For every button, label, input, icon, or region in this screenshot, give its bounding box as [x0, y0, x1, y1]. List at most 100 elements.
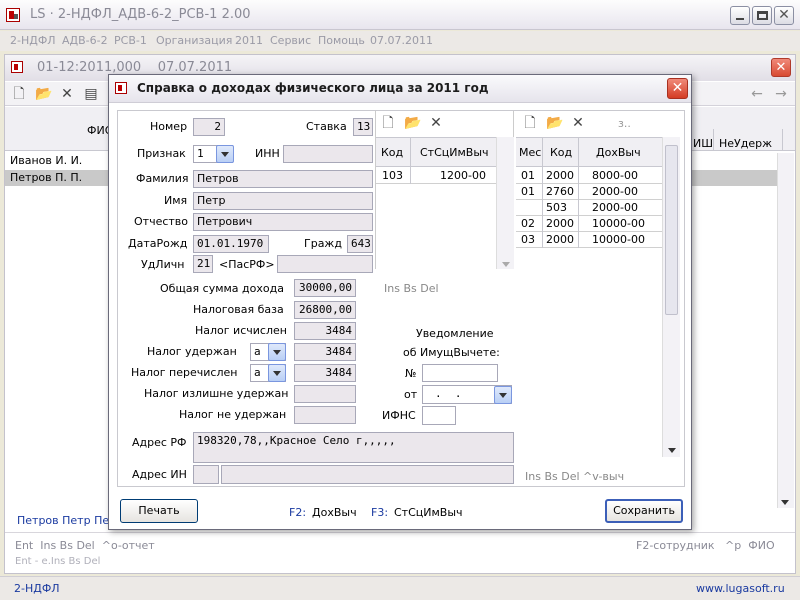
- column-divider: [578, 200, 579, 216]
- scodes-open-icon[interactable]: 📂: [404, 115, 421, 131]
- field-ifns[interactable]: [422, 406, 456, 425]
- scodes-delete-icon[interactable]: ✕: [428, 115, 444, 131]
- label-adresrf: Адрес РФ: [132, 436, 187, 449]
- scodes-scrollbar[interactable]: [496, 137, 514, 269]
- field-inn[interactable]: [283, 145, 373, 163]
- scode-sum: 1200-00: [440, 169, 486, 182]
- row-name: Иванов И. И.: [10, 154, 83, 167]
- income-mes: 02: [521, 217, 535, 230]
- field-udlichn-extra[interactable]: [277, 255, 373, 273]
- col-dohvych[interactable]: ДохВыч: [596, 146, 641, 159]
- row-name: Петров П. П.: [10, 171, 83, 184]
- inner-scrollbar[interactable]: [777, 153, 794, 508]
- nalperech-dropdown-icon[interactable]: [268, 364, 286, 382]
- field-nalperech[interactable]: 3484: [294, 364, 356, 382]
- arrow-left-icon[interactable]: ←: [749, 86, 765, 102]
- col-stsc[interactable]: СтСцИмВыч: [420, 146, 489, 159]
- menu-help[interactable]: Помощь: [318, 34, 365, 47]
- label-grazhd: Гражд: [304, 237, 342, 250]
- menu-date: 07.07.2011: [370, 34, 433, 47]
- dialog-title: Справка о доходах физического лица за 20…: [137, 81, 489, 95]
- field-adresin[interactable]: [221, 465, 514, 484]
- table-row[interactable]: 02 2000 10000-00: [516, 216, 662, 232]
- column-divider: [578, 168, 579, 184]
- doc-icon: [11, 61, 23, 73]
- fkey-f3-label[interactable]: СтСцИмВыч: [394, 506, 463, 519]
- dialog-close-button[interactable]: ✕: [667, 78, 688, 99]
- col-neuderzh[interactable]: НеУдерж: [719, 137, 772, 150]
- label-ifns: ИФНС: [382, 409, 416, 422]
- uved-date-dropdown-icon[interactable]: [494, 386, 512, 404]
- label-ot: от: [404, 388, 418, 401]
- field-grazhd[interactable]: 643: [347, 235, 373, 253]
- label-nalne: Налог не удержан: [179, 408, 287, 421]
- field-nalne[interactable]: [294, 406, 356, 424]
- app-title: LS · 2-НДФЛ_АДВ-6-2_РСВ-1 2.00: [30, 7, 251, 22]
- delete-icon[interactable]: ✕: [59, 86, 75, 102]
- field-nalisch[interactable]: 3484: [294, 322, 356, 340]
- menu-ndfl[interactable]: 2-НДФЛ: [10, 34, 56, 47]
- menu-rsv[interactable]: РСВ-1: [114, 34, 147, 47]
- print-icon[interactable]: ▤: [83, 86, 99, 102]
- column-divider: [542, 200, 543, 216]
- label-priznak: Признак: [137, 147, 186, 160]
- field-imya[interactable]: Петр: [193, 192, 373, 210]
- field-adresin-code[interactable]: [193, 465, 219, 484]
- close-button[interactable]: ✕: [774, 6, 794, 25]
- menu-year[interactable]: 2011: [235, 34, 263, 47]
- field-datarozh[interactable]: 01.01.1970: [193, 235, 269, 253]
- incomes-new-icon[interactable]: 🗋: [522, 115, 538, 131]
- menu-service[interactable]: Сервис: [270, 34, 311, 47]
- table-row[interactable]: 03 2000 10000-00: [516, 232, 662, 248]
- field-adresrf[interactable]: 198320,78,,Красное Село г,,,,,: [193, 432, 514, 463]
- income-kod: 2000: [546, 169, 574, 182]
- maximize-button[interactable]: [752, 6, 772, 25]
- print-button[interactable]: Печать: [120, 499, 198, 523]
- table-row[interactable]: 503 2000-00: [516, 200, 662, 216]
- fkey-f2-label[interactable]: ДохВыч: [312, 506, 357, 519]
- field-nomer[interactable]: 2: [193, 118, 225, 136]
- income-kod: 2760: [546, 185, 574, 198]
- naluder-dropdown-icon[interactable]: [268, 343, 286, 361]
- field-uved-nomer[interactable]: [422, 364, 498, 382]
- label-otchestvo: Отчество: [134, 215, 189, 228]
- save-button[interactable]: Сохранить: [605, 499, 683, 523]
- income-mes: 01: [521, 169, 535, 182]
- scodes-panel: 🗋 📂 ✕ Код СтСцИмВыч 103 1200-00: [375, 111, 514, 269]
- table-row[interactable]: 103 1200-00: [376, 168, 496, 184]
- incomes-delete-icon[interactable]: ✕: [570, 115, 586, 131]
- incomes-header: Мес Код ДохВыч: [516, 137, 662, 168]
- minimize-button[interactable]: [730, 6, 750, 25]
- table-row[interactable]: 01 2000 8000-00: [516, 168, 662, 184]
- footer-site-link[interactable]: www.lugasoft.ru: [696, 582, 785, 595]
- income-sum: 2000-00: [592, 185, 638, 198]
- inner-close-button[interactable]: ✕: [771, 58, 791, 77]
- incomes-open-icon[interactable]: 📂: [546, 115, 563, 131]
- label-nalperech: Налог перечислен: [131, 366, 238, 379]
- arrow-right-icon[interactable]: →: [773, 86, 789, 102]
- field-familia[interactable]: Петров: [193, 170, 373, 188]
- scodes-new-icon[interactable]: 🗋: [380, 115, 396, 131]
- col-kod[interactable]: Код: [381, 146, 403, 159]
- incomes-scrollbar[interactable]: [662, 137, 680, 457]
- field-obshaya[interactable]: 30000,00: [294, 279, 356, 297]
- col-kod[interactable]: Код: [550, 146, 572, 159]
- label-nalbaza: Налоговая база: [193, 303, 284, 316]
- scroll-thumb[interactable]: [665, 145, 678, 315]
- field-naluder[interactable]: 3484: [294, 343, 356, 361]
- menu-organization[interactable]: Организация: [156, 34, 232, 47]
- field-otchestvo[interactable]: Петрович: [193, 213, 373, 231]
- menu-adv[interactable]: АДВ-6-2: [62, 34, 108, 47]
- priznak-dropdown-icon[interactable]: [216, 145, 234, 163]
- open-folder-icon[interactable]: 📂: [35, 86, 52, 102]
- field-udlichn[interactable]: 21: [193, 255, 213, 273]
- col-mes[interactable]: Мес: [519, 146, 541, 159]
- dialog-titlebar: Справка о доходах физического лица за 20…: [109, 75, 691, 103]
- label-adresin: Адрес ИН: [132, 468, 187, 481]
- new-doc-icon[interactable]: 🗋: [11, 86, 27, 102]
- field-nalbaza[interactable]: 26800,00: [294, 301, 356, 319]
- table-row[interactable]: 01 2760 2000-00: [516, 184, 662, 200]
- col-ish[interactable]: ИШ: [693, 137, 713, 150]
- field-nalizl[interactable]: [294, 385, 356, 403]
- field-stavka[interactable]: 13: [353, 118, 373, 136]
